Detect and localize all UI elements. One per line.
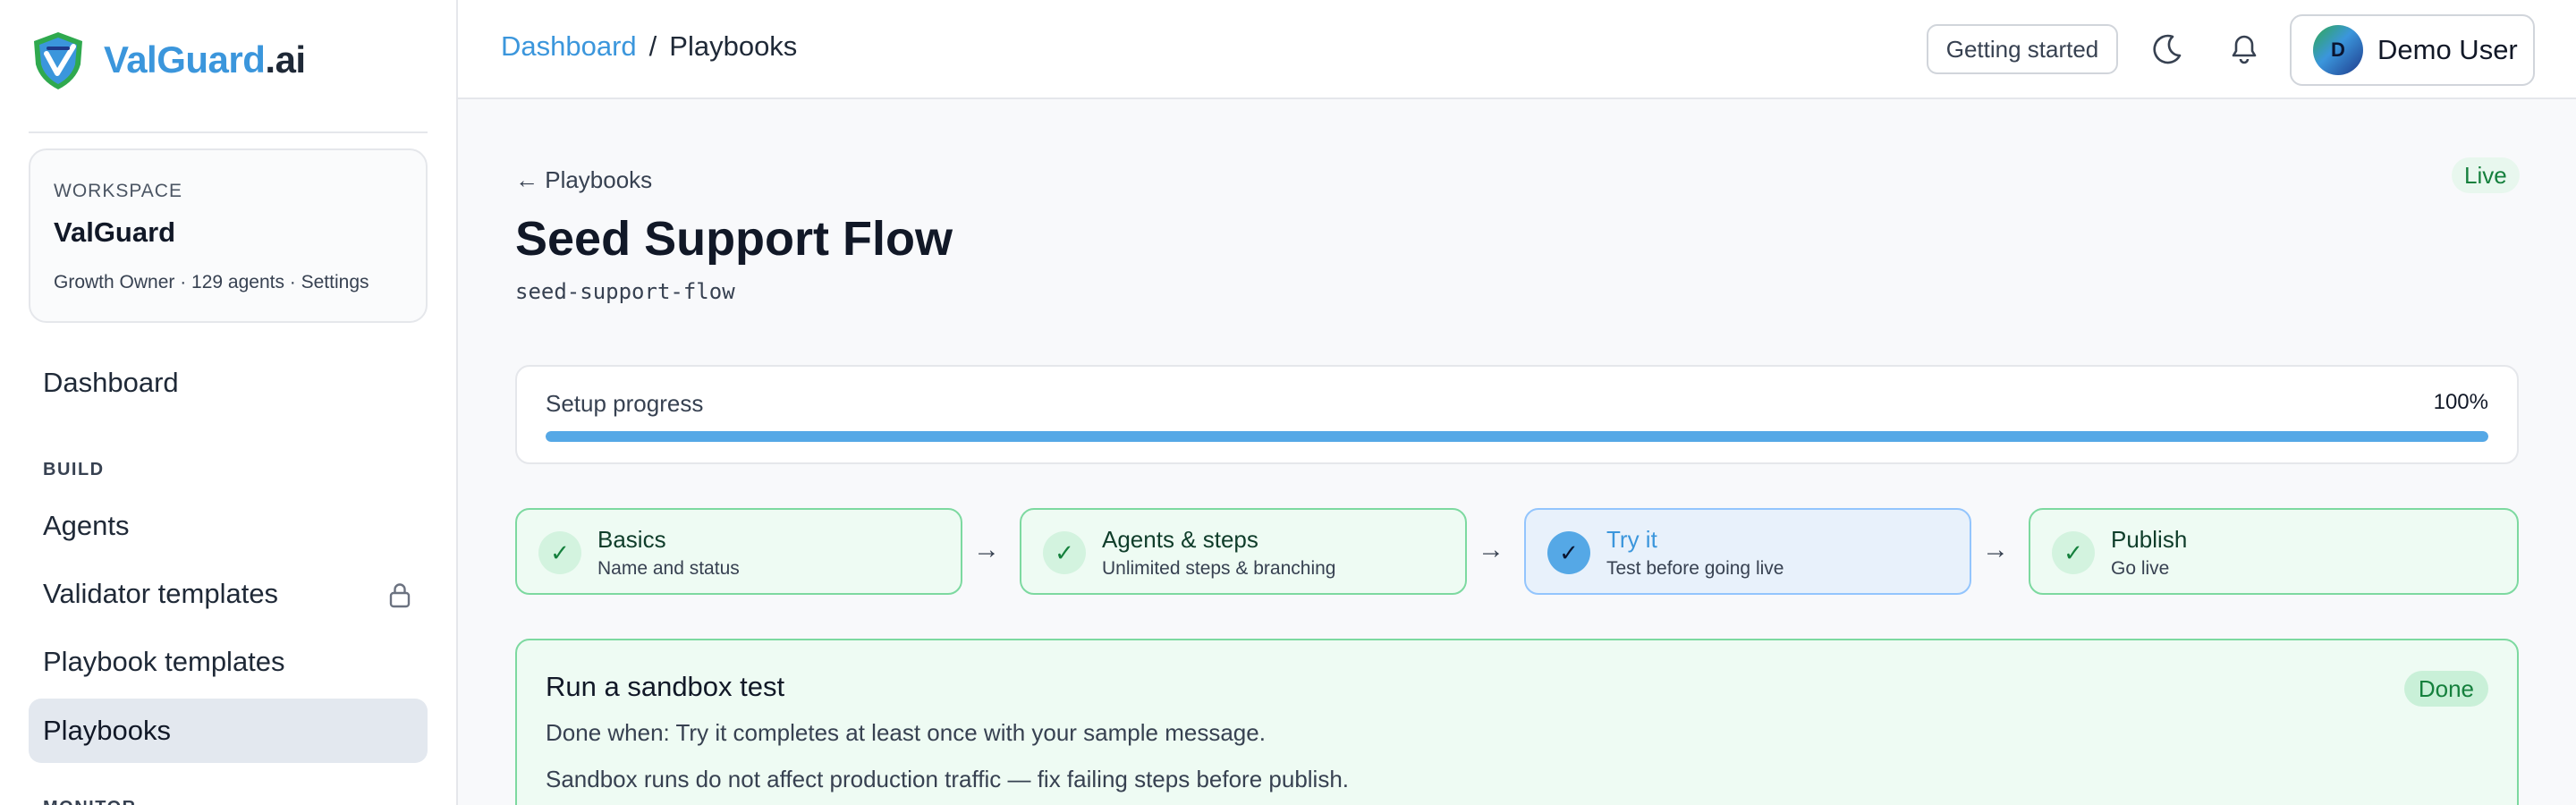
step-title: Publish — [2111, 526, 2188, 553]
step-agents-and-steps[interactable]: ✓ Agents & steps Unlimited steps & branc… — [1020, 508, 1467, 595]
sidebar-item-label: Playbook templates — [43, 646, 285, 677]
sidebar-item-label: Dashboard — [43, 367, 179, 398]
setup-progress-card: Setup progress 100% — [515, 365, 2519, 464]
step-subtitle: Unlimited steps & branching — [1102, 558, 1336, 579]
sidebar-item-dashboard[interactable]: Dashboard — [29, 351, 428, 415]
sidebar-item-validator-templates[interactable]: Validator templates — [29, 562, 428, 626]
section-monitor: MONITOR — [43, 798, 137, 805]
user-menu-button[interactable]: D Demo User — [2290, 14, 2535, 86]
workspace-card[interactable]: WORKSPACE ValGuard Growth Owner · 129 ag… — [29, 148, 428, 323]
progress-value: 100% — [2433, 390, 2488, 414]
topbar: Dashboard / Playbooks Getting started D … — [458, 0, 2576, 99]
lock-icon — [389, 583, 411, 608]
workspace-meta: Growth Owner · 129 agents · Settings — [54, 272, 369, 292]
status-badge: Done — [2403, 671, 2488, 707]
task-done-when: Done when: Try it completes at least onc… — [546, 719, 1266, 746]
step-try-it[interactable]: ✓ Try it Test before going live — [1524, 508, 1971, 595]
arrow-right-icon: → — [1478, 535, 1504, 564]
workspace-name: ValGuard — [54, 216, 176, 248]
progress-bar — [546, 431, 2488, 442]
brand[interactable]: ValGuard.ai — [27, 29, 306, 91]
sidebar-item-label: Validator templates — [43, 578, 279, 609]
check-icon: ✓ — [538, 531, 581, 574]
getting-started-button[interactable]: Getting started — [1927, 24, 2118, 74]
page-title: Seed Support Flow — [515, 212, 953, 266]
check-icon: ✓ — [1547, 531, 1590, 574]
breadcrumb-dashboard-link[interactable]: Dashboard — [501, 30, 637, 63]
check-icon: ✓ — [2052, 531, 2095, 574]
step-title: Basics — [597, 526, 666, 553]
breadcrumb-current: Playbooks — [669, 30, 798, 62]
sidebar: ValGuard.ai WORKSPACE ValGuard Growth Ow… — [0, 0, 458, 805]
moon-icon — [2153, 34, 2182, 64]
task-note: Sandbox runs do not affect production tr… — [546, 766, 1350, 792]
sidebar-item-playbooks[interactable]: Playbooks — [29, 699, 428, 763]
workspace-label: WORKSPACE — [54, 181, 182, 201]
progress-bar-fill — [546, 431, 2488, 442]
check-icon: ✓ — [1043, 531, 1086, 574]
theme-toggle-button[interactable] — [2145, 27, 2190, 72]
bell-icon — [2232, 35, 2257, 64]
step-publish[interactable]: ✓ Publish Go live — [2029, 508, 2519, 595]
breadcrumb-separator: / — [648, 30, 657, 62]
user-name: Demo User — [2377, 34, 2518, 65]
brand-name: ValGuard.ai — [104, 38, 306, 80]
step-subtitle: Test before going live — [1606, 558, 1784, 579]
back-to-playbooks-link[interactable]: ← Playbooks — [515, 166, 652, 194]
sidebar-item-agents[interactable]: Agents — [29, 494, 428, 558]
breadcrumb: Dashboard / Playbooks — [501, 30, 797, 63]
section-build: BUILD — [43, 460, 105, 479]
step-subtitle: Go live — [2111, 558, 2170, 579]
sidebar-item-playbook-templates[interactable]: Playbook templates — [29, 630, 428, 694]
step-basics[interactable]: ✓ Basics Name and status — [515, 508, 962, 595]
status-badge: Live — [2452, 157, 2520, 193]
avatar: D — [2313, 25, 2363, 75]
step-subtitle: Name and status — [597, 558, 740, 579]
sandbox-test-card: Run a sandbox test Done Done when: Try i… — [515, 639, 2519, 805]
playbook-slug: seed-support-flow — [515, 279, 735, 304]
arrow-right-icon: → — [973, 535, 1000, 564]
divider — [29, 131, 428, 133]
notifications-button[interactable] — [2222, 27, 2267, 72]
sidebar-item-label: Agents — [43, 510, 130, 541]
arrow-right-icon: → — [1982, 535, 2009, 564]
sidebar-item-label: Playbooks — [43, 715, 172, 746]
step-title: Try it — [1606, 526, 1657, 553]
step-title: Agents & steps — [1102, 526, 1258, 553]
task-title: Run a sandbox test — [546, 671, 785, 702]
progress-label: Setup progress — [546, 390, 704, 417]
valguard-logo-icon — [34, 32, 82, 89]
